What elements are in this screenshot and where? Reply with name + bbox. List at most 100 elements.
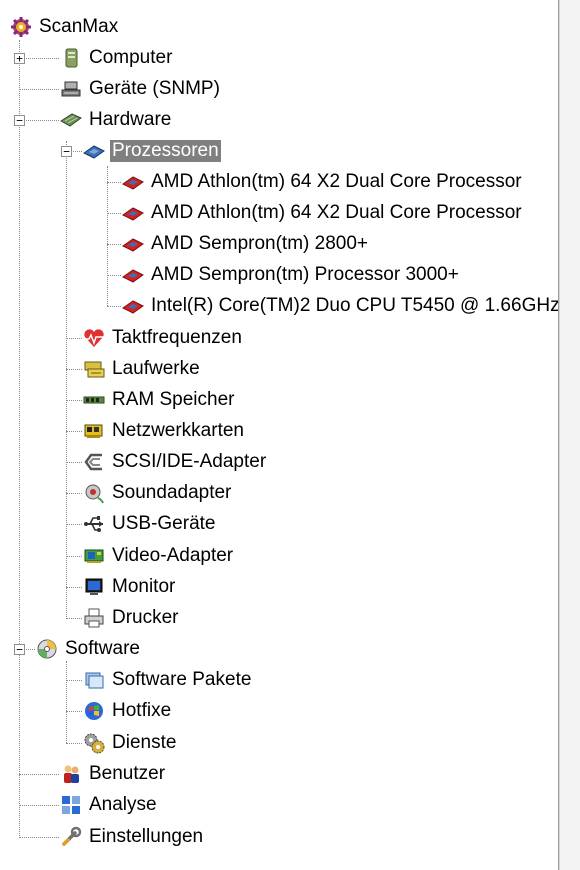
tree-item-drucker[interactable]: Drucker [83,606,181,630]
tree-item-label: AMD Sempron(tm) 2800+ [151,233,368,254]
tree-line-software [66,661,67,743]
tree-hline [66,338,82,339]
software-disc-icon [36,638,58,660]
windows-update-icon [83,700,105,722]
tree-item-label: Monitor [112,576,176,597]
tree-hline [19,805,59,806]
wrench-icon [60,826,82,848]
tree-item-cpu-3[interactable]: AMD Sempron(tm) 2800+ [122,232,370,256]
computer-tower-icon [60,47,82,69]
analysis-grid-icon [60,794,82,816]
tree-hline [107,244,121,245]
tree-hline [66,618,82,619]
cpu-red-icon [122,233,144,255]
tree-hline [107,306,121,307]
tree-item-label: Prozessoren [110,140,221,162]
tree-item-monitor[interactable]: Monitor [83,575,177,599]
tree-item-laufwerke[interactable]: Laufwerke [83,357,202,381]
tree-item-prozessoren[interactable]: Prozessoren [83,139,221,163]
tree-item-label: Computer [89,47,173,68]
right-panel-edge [559,0,580,870]
tree-item-label: AMD Sempron(tm) Processor 3000+ [151,264,459,285]
collapse-processors-button[interactable]: − [61,146,72,157]
cpu-red-icon [122,171,144,193]
tree-item-label: Netzwerkkarten [112,420,244,441]
tree-item-label: Benutzer [89,763,166,784]
cpu-red-icon [122,264,144,286]
tree-item-cpu-2[interactable]: AMD Athlon(tm) 64 X2 Dual Core Processor [122,201,524,225]
tree-item-label: Drucker [112,607,179,628]
tree-item-label: Intel(R) Core(TM)2 Duo CPU T5450 @ 1.66G… [151,295,559,316]
tree-item-label: RAM Speicher [112,389,235,410]
tree-item-label: Soundadapter [112,482,232,503]
tree-item-cpu-1[interactable]: AMD Athlon(tm) 64 X2 Dual Core Processor [122,170,524,194]
tree-hline [107,182,121,183]
network-device-icon [60,78,82,100]
software-package-icon [83,669,105,691]
tree-item-video-adapter[interactable]: Video-Adapter [83,544,235,568]
tree-item-usb-geraete[interactable]: USB-Geräte [83,512,217,536]
tree-item-benutzer[interactable]: Benutzer [60,762,167,786]
tree-hline [66,524,82,525]
drive-icon [83,358,105,380]
tree-hline [66,369,82,370]
tree-item-label: Hardware [89,109,172,130]
collapse-hardware-button[interactable]: − [14,115,25,126]
tree-item-label: Taktfrequenzen [112,327,242,348]
tree-item-label: Einstellungen [89,826,204,847]
printer-icon [83,607,105,629]
cpu-red-icon [122,295,144,317]
tree-hline [66,743,82,744]
tree-item-computer[interactable]: Computer [60,46,174,70]
tree-hline [66,587,82,588]
services-gears-icon [83,732,105,754]
cpu-chip-icon [83,140,105,162]
scsi-adapter-icon [83,451,105,473]
tree-line-processors [107,166,108,306]
tree-item-label: Software [65,638,140,659]
tree-item-label: ScanMax [39,16,119,37]
usb-icon [83,513,105,535]
heart-pulse-icon [83,327,105,349]
ram-module-icon [83,389,105,411]
expand-computer-button[interactable]: + [14,53,25,64]
tree-item-netzwerkkarten[interactable]: Netzwerkkarten [83,419,246,443]
tree-item-label: Laufwerke [112,358,200,379]
tree-item-label: AMD Athlon(tm) 64 X2 Dual Core Processor [151,171,522,192]
tree-item-hotfixe[interactable]: Hotfixe [83,699,173,723]
tree-item-label: Software Pakete [112,669,252,690]
tree-hline [107,213,121,214]
tree-item-dienste[interactable]: Dienste [83,731,178,755]
tree-item-label: Geräte (SNMP) [89,78,220,99]
tree-item-label: USB-Geräte [112,513,216,534]
tree-hline [66,680,82,681]
tree-item-scanmax[interactable]: ScanMax [10,15,120,39]
tree-item-cpu-4[interactable]: AMD Sempron(tm) Processor 3000+ [122,263,461,287]
tree-item-soundadapter[interactable]: Soundadapter [83,481,233,505]
tree-hline [19,120,59,121]
cpu-red-icon [122,202,144,224]
tree-item-analyse[interactable]: Analyse [60,793,159,817]
collapse-software-button[interactable]: − [14,644,25,655]
tree-line-hardware [66,141,67,619]
tree-item-software[interactable]: Software [36,637,142,661]
gear-scan-icon [10,16,32,38]
tree-hline [107,275,121,276]
tree-hline [66,462,82,463]
tree-hline [19,774,59,775]
users-icon [60,763,82,785]
tree-hline [66,431,82,432]
tree-item-hardware[interactable]: Hardware [60,108,173,132]
tree-item-scsi-ide-adapter[interactable]: SCSI/IDE-Adapter [83,450,268,474]
tree-view[interactable]: + − − − ScanMax Computer Geräte (SNMP) H… [0,0,559,870]
tree-item-einstellungen[interactable]: Einstellungen [60,825,205,849]
tree-item-ram-speicher[interactable]: RAM Speicher [83,388,237,412]
tree-item-geraete-snmp[interactable]: Geräte (SNMP) [60,77,222,101]
tree-hline [66,711,82,712]
tree-hline [19,89,59,90]
tree-item-cpu-5[interactable]: Intel(R) Core(TM)2 Duo CPU T5450 @ 1.66G… [122,294,559,318]
tree-item-label: AMD Athlon(tm) 64 X2 Dual Core Processor [151,202,522,223]
tree-item-taktfrequenzen[interactable]: Taktfrequenzen [83,326,244,350]
video-card-icon [83,545,105,567]
tree-item-software-pakete[interactable]: Software Pakete [83,668,253,692]
